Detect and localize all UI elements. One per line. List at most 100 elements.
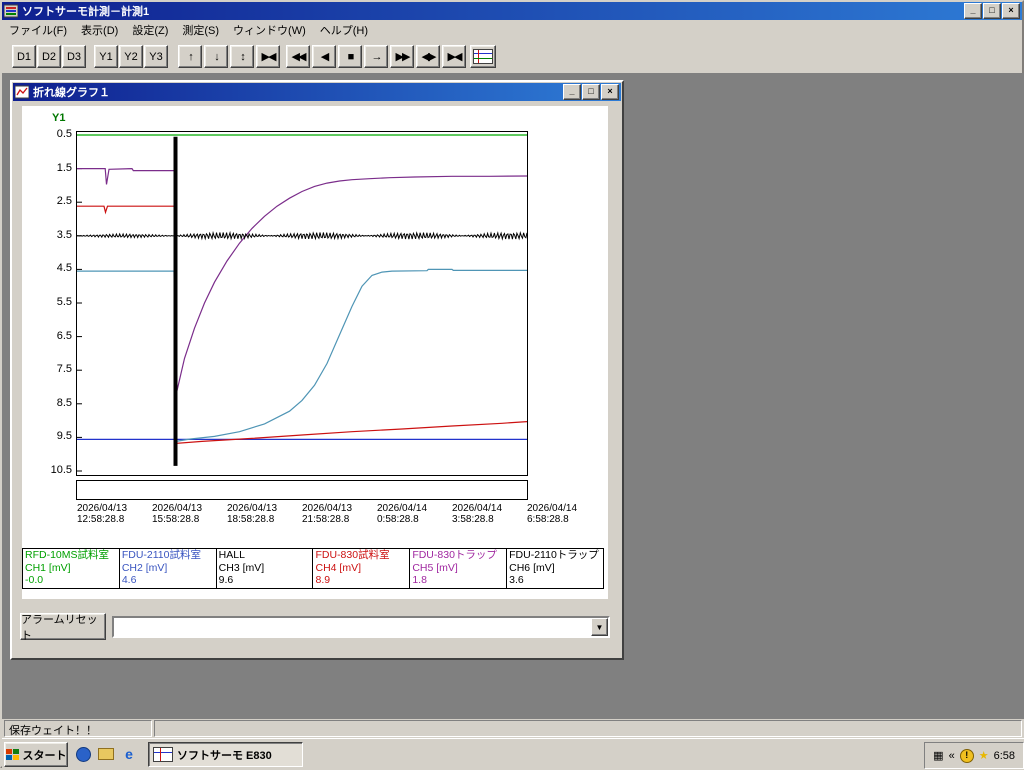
menu-measure[interactable]: 測定(S) xyxy=(175,20,226,40)
menu-settings[interactable]: 設定(Z) xyxy=(125,20,175,40)
menu-help[interactable]: ヘルプ(H) xyxy=(313,20,375,40)
close-button[interactable]: × xyxy=(1002,3,1020,19)
d1-button[interactable]: D1 xyxy=(12,45,36,68)
graph-window-title-bar: 折れ線グラフ１ _ □ × xyxy=(13,83,621,101)
shrink-span-icon: ▶◀ xyxy=(447,51,463,63)
graph-maximize-button[interactable]: □ xyxy=(582,84,600,100)
y-tick-label: 4.5 xyxy=(56,262,72,275)
fast-rewind-icon: ◀◀ xyxy=(291,51,307,63)
internet-icon[interactable] xyxy=(74,745,92,763)
ie-icon[interactable]: e xyxy=(120,745,138,763)
down-arrow-icon: ↓ xyxy=(214,50,219,63)
status-spacer xyxy=(154,720,1022,737)
x-tick-label: 2026/04/14 0:58:28.8 xyxy=(377,503,428,525)
legend: RFD-10MS試料室 CH1 [mV] -0.0 FDU-2110試料室 CH2 [m… xyxy=(22,548,604,589)
graph-minimize-button[interactable]: _ xyxy=(563,84,581,100)
stop-icon: ■ xyxy=(347,50,355,63)
fast-forward-button[interactable]: ▶▶ xyxy=(390,45,414,68)
graph-window-title: 折れ線グラフ１ xyxy=(33,87,110,99)
y-tick-label: 2.5 xyxy=(56,195,72,208)
taskbar: スタート e ソフトサーモ E830 ▦ « ! ★ 6:58 xyxy=(2,738,1024,770)
line-chart xyxy=(76,134,528,472)
mdi-area: 折れ線グラフ１ _ □ × Y1 0.5 1.5 2.5 3.5 4.5 5.5 6.5 7.… xyxy=(2,73,1024,719)
status-bar: 保存ウェイト！！ xyxy=(2,719,1024,738)
expand-span-button[interactable]: ◀▶ xyxy=(416,45,440,68)
graph-button[interactable] xyxy=(470,45,496,68)
back-icon: ◀ xyxy=(320,51,330,63)
app-icon xyxy=(3,4,19,18)
legend-cell: FDU-830トラップ CH5 [mV] 1.8 xyxy=(409,549,506,588)
legend-cell: RFD-10MS試料室 CH1 [mV] -0.0 xyxy=(25,549,110,586)
restore-button[interactable]: □ xyxy=(983,3,1001,19)
y3-button[interactable]: Y3 xyxy=(144,45,168,68)
legend-cell: FDU-830試料室 CH4 [mV] 8.9 xyxy=(312,549,409,588)
tray-chevron-icon[interactable]: « xyxy=(949,750,955,762)
x-tick-label: 2026/04/14 3:58:28.8 xyxy=(452,503,503,525)
plot-area xyxy=(76,131,528,476)
graph-icon xyxy=(473,49,493,64)
shrink-span-button[interactable]: ▶◀ xyxy=(442,45,466,68)
step-back-button[interactable]: ◀ xyxy=(312,45,336,68)
fast-rewind-button[interactable]: ◀◀ xyxy=(286,45,310,68)
forward-icon: → xyxy=(371,50,383,63)
bowtie-icon: ▶◀ xyxy=(261,51,277,63)
alarm-reset-button[interactable]: アラームリセット xyxy=(20,613,106,642)
d3-button[interactable]: D3 xyxy=(62,45,86,68)
scale-auto-button[interactable]: ▶◀ xyxy=(256,45,280,68)
start-button[interactable]: スタート xyxy=(4,742,68,767)
y2-button[interactable]: Y2 xyxy=(119,45,143,68)
menu-view[interactable]: 表示(D) xyxy=(74,20,125,40)
y-axis-title: Y1 xyxy=(52,112,66,124)
fast-forward-icon: ▶▶ xyxy=(395,51,411,63)
menu-file[interactable]: ファイル(F) xyxy=(2,20,74,40)
x-tick-label: 2026/04/13 21:58:28.8 xyxy=(302,503,353,525)
y-tick-label: 7.5 xyxy=(56,363,72,376)
x-tick-label: 2026/04/13 18:58:28.8 xyxy=(227,503,278,525)
menu-window[interactable]: ウィンドウ(W) xyxy=(226,20,313,40)
status-message: 保存ウェイト！！ xyxy=(4,720,152,737)
legend-cell: FDU-2110試料室 CH2 [mV] 4.6 xyxy=(118,549,216,588)
y-tick-label: 6.5 xyxy=(56,329,72,342)
y-tick-label: 10.5 xyxy=(50,463,72,476)
scale-down-button[interactable]: ↓ xyxy=(204,45,228,68)
step-forward-button[interactable]: → xyxy=(364,45,388,68)
graph-window: 折れ線グラフ１ _ □ × Y1 0.5 1.5 2.5 3.5 4.5 5.5 6.5 7.… xyxy=(10,80,624,660)
legend-cell: FDU-2110トラップ CH6 [mV] 3.6 xyxy=(506,549,603,588)
window-title: ソフトサーモ計測－計測1 xyxy=(22,6,150,18)
x-tick-label: 2026/04/13 15:58:28.8 xyxy=(152,503,203,525)
y1-button[interactable]: Y1 xyxy=(94,45,118,68)
up-arrow-icon: ↑ xyxy=(188,50,193,63)
keyboard-icon[interactable]: ▦ xyxy=(933,749,943,762)
toolbar: D1 D2 D3 Y1 Y2 Y3 ↑ ↓ ↕ ▶◀ ◀◀ ◀ ■ → ▶▶ ◀… xyxy=(2,39,1022,73)
clock: 6:58 xyxy=(993,749,1015,762)
alert-icon[interactable]: ! xyxy=(959,748,974,763)
stop-button[interactable]: ■ xyxy=(338,45,362,68)
minimize-button[interactable]: _ xyxy=(964,3,982,19)
x-tick-label: 2026/04/13 12:58:28.8 xyxy=(77,503,128,525)
x-scroll-strip[interactable] xyxy=(76,480,528,500)
y-tick-label: 3.5 xyxy=(56,228,72,241)
start-label: スタート xyxy=(22,749,67,762)
system-tray: ▦ « ! ★ 6:58 xyxy=(924,742,1024,769)
y-tick-label: 8.5 xyxy=(56,396,72,409)
scale-up-button[interactable]: ↑ xyxy=(178,45,202,68)
star-icon[interactable]: ★ xyxy=(979,749,989,762)
task-icon xyxy=(153,747,173,762)
graph-window-icon xyxy=(14,85,30,99)
chart-panel: Y1 0.5 1.5 2.5 3.5 4.5 5.5 6.5 7.5 8.5 9.5 10.5 20… xyxy=(22,106,608,599)
y-tick-label: 9.5 xyxy=(56,430,72,443)
task-button-softthermo[interactable]: ソフトサーモ E830 xyxy=(148,742,303,767)
graph-close-button[interactable]: × xyxy=(601,84,619,100)
alarm-combo: ▼ xyxy=(112,616,610,638)
folder-icon[interactable] xyxy=(97,745,115,763)
combo-dropdown-button[interactable]: ▼ xyxy=(591,618,608,636)
y-tick-label: 5.5 xyxy=(56,295,72,308)
alarm-combo-input[interactable] xyxy=(114,618,591,636)
y-tick-label: 0.5 xyxy=(56,128,72,141)
expand-span-icon: ◀▶ xyxy=(421,51,437,63)
d2-button[interactable]: D2 xyxy=(37,45,61,68)
windows-logo-icon xyxy=(5,748,20,761)
scale-expand-button[interactable]: ↕ xyxy=(230,45,254,68)
y-tick-label: 1.5 xyxy=(56,161,72,174)
app-window: ソフトサーモ計測－計測1 _ □ × ファイル(F) 表示(D) 設定(Z) 測… xyxy=(0,0,1024,770)
